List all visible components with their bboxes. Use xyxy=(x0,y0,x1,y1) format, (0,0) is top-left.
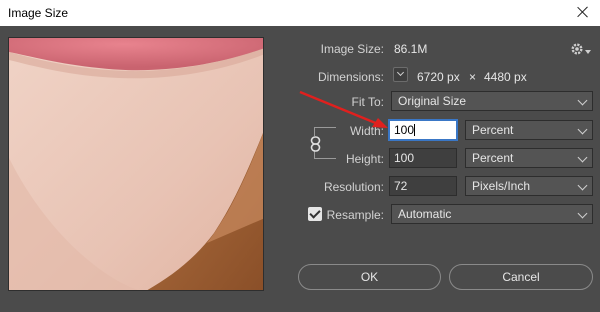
fit-to-select[interactable]: Original Size xyxy=(391,91,593,111)
width-unit-select[interactable]: Percent xyxy=(465,120,593,140)
chevron-down-icon xyxy=(577,95,588,106)
image-preview[interactable] xyxy=(8,37,264,291)
height-unit-selected: Percent xyxy=(472,151,514,165)
height-label: Height: xyxy=(345,152,384,166)
width-input[interactable]: 100 xyxy=(389,120,457,140)
chain-link-icon[interactable] xyxy=(310,136,321,152)
chevron-down-icon xyxy=(577,152,588,163)
fit-to-selected: Original Size xyxy=(398,94,467,108)
chevron-down-icon xyxy=(396,68,405,77)
resolution-unit-selected: Pixels/Inch xyxy=(472,179,531,193)
fit-to-label: Fit To: xyxy=(351,95,384,109)
gear-menu-caret-icon[interactable] xyxy=(585,50,591,54)
dimensions-times: × xyxy=(469,70,477,84)
gear-icon[interactable] xyxy=(570,42,584,56)
close-icon[interactable] xyxy=(574,3,592,21)
chevron-down-icon xyxy=(577,180,588,191)
resolution-input-value: 72 xyxy=(394,179,408,193)
resolution-unit-select[interactable]: Pixels/Inch xyxy=(465,176,593,196)
dimensions-units-toggle[interactable] xyxy=(393,67,408,82)
height-unit-select[interactable]: Percent xyxy=(465,148,593,168)
preview-photo xyxy=(9,38,263,290)
resample-select[interactable]: Automatic xyxy=(391,204,593,224)
height-input[interactable]: 100 xyxy=(389,148,457,168)
resolution-label: Resolution: xyxy=(323,180,384,194)
resolution-input[interactable]: 72 xyxy=(389,176,457,196)
height-input-value: 100 xyxy=(394,151,415,165)
resample-label: Resample: xyxy=(326,208,384,222)
chevron-down-icon xyxy=(577,124,588,135)
resample-checkbox[interactable] xyxy=(308,207,322,221)
image-size-label: Image Size: xyxy=(320,42,384,56)
title-bar: Image Size xyxy=(0,0,600,26)
ok-button[interactable]: OK xyxy=(298,264,441,290)
cancel-button[interactable]: Cancel xyxy=(449,264,593,290)
width-unit-selected: Percent xyxy=(472,123,514,137)
width-label: Width: xyxy=(349,124,384,138)
resample-selected: Automatic xyxy=(398,207,452,221)
chevron-down-icon xyxy=(577,208,588,219)
text-cursor xyxy=(414,124,416,136)
image-size-value: 86.1M xyxy=(394,42,428,56)
window-title: Image Size xyxy=(8,6,69,20)
width-input-value: 100 xyxy=(394,123,415,137)
dimensions-label: Dimensions: xyxy=(317,70,384,84)
dimensions-width-value: 6720 px xyxy=(417,70,460,84)
dimensions-height-value: 4480 px xyxy=(484,70,527,84)
